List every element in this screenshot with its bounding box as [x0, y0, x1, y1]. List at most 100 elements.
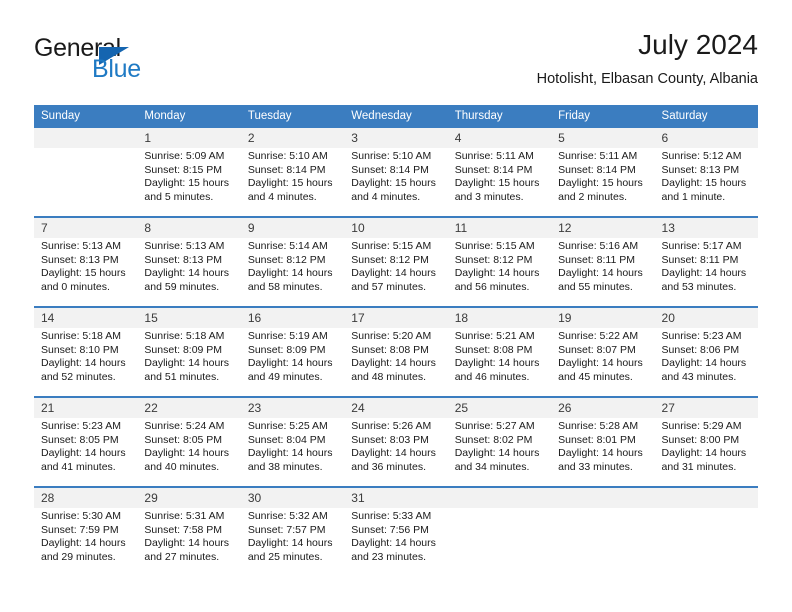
day-sunrise-text: Sunrise: 5:11 AM: [558, 150, 638, 162]
day-cell[interactable]: Sunrise: 5:22 AM Sunset: 8:07 PM Daylight:…: [551, 328, 655, 396]
day-cell[interactable]: Sunrise: 5:19 AM Sunset: 8:09 PM Daylight:…: [240, 328, 345, 396]
day-daylight2-text: and 34 minutes.: [454, 460, 530, 473]
day-cell[interactable]: Sunrise: 5:18 AM Sunset: 8:10 PM Daylight:…: [34, 328, 138, 396]
day-sunrise-text: Sunrise: 5:09 AM: [144, 150, 225, 162]
day-sunset-text: Sunset: 8:08 PM: [454, 343, 533, 356]
day-detail-row: Sunrise: 5:09 AM Sunset: 8:15 PM Daylight:…: [34, 148, 758, 216]
weekday-header-tuesday: Tuesday: [240, 105, 345, 128]
day-sunset-text: Sunset: 8:13 PM: [661, 163, 740, 176]
day-cell[interactable]: Sunrise: 5:20 AM Sunset: 8:08 PM Daylight:…: [344, 328, 448, 396]
day-number[interactable]: 15: [137, 308, 241, 328]
day-number[interactable]: 7: [34, 218, 138, 238]
day-daylight1-text: Daylight: 14 hours: [558, 447, 643, 460]
day-number[interactable]: 11: [447, 218, 552, 238]
day-daylight1-text: Daylight: 15 hours: [454, 177, 540, 190]
day-number[interactable]: 4: [447, 128, 552, 148]
day-daylight1-text: Daylight: 14 hours: [144, 537, 230, 550]
day-cell[interactable]: Sunrise: 5:28 AM Sunset: 8:01 PM Daylight:…: [551, 418, 655, 486]
day-number-row: 21 22 23 24 25 26 27: [34, 398, 758, 418]
day-cell[interactable]: Sunrise: 5:29 AM Sunset: 8:00 PM Daylight:…: [654, 418, 758, 486]
day-number[interactable]: 21: [34, 398, 138, 418]
day-daylight2-text: and 5 minutes.: [144, 190, 214, 203]
day-number[interactable]: 23: [240, 398, 345, 418]
day-cell[interactable]: Sunrise: 5:11 AM Sunset: 8:14 PM Daylight:…: [551, 148, 655, 216]
weekday-header-thursday: Thursday: [447, 105, 552, 128]
day-number[interactable]: 14: [34, 308, 138, 328]
day-cell[interactable]: Sunrise: 5:15 AM Sunset: 8:12 PM Daylight:…: [344, 238, 448, 306]
day-cell[interactable]: Sunrise: 5:26 AM Sunset: 8:03 PM Daylight:…: [344, 418, 448, 486]
day-cell[interactable]: Sunrise: 5:24 AM Sunset: 8:05 PM Daylight:…: [137, 418, 241, 486]
day-daylight2-text: and 46 minutes.: [454, 370, 530, 383]
day-number[interactable]: 24: [344, 398, 448, 418]
weekday-header-sunday: Sunday: [34, 105, 138, 128]
day-number-empty: [447, 488, 552, 508]
day-cell[interactable]: Sunrise: 5:27 AM Sunset: 8:02 PM Daylight:…: [447, 418, 552, 486]
day-daylight2-text: and 4 minutes.: [351, 190, 421, 203]
day-number[interactable]: 27: [654, 398, 758, 418]
day-cell[interactable]: Sunrise: 5:23 AM Sunset: 8:05 PM Daylight:…: [34, 418, 138, 486]
day-daylight2-text: and 58 minutes.: [247, 280, 323, 293]
day-daylight2-text: and 48 minutes.: [351, 370, 426, 383]
day-daylight1-text: Daylight: 14 hours: [144, 357, 230, 370]
day-sunset-text: Sunset: 8:12 PM: [247, 253, 326, 266]
day-sunrise-text: Sunrise: 5:28 AM: [558, 420, 639, 432]
day-cell[interactable]: Sunrise: 5:11 AM Sunset: 8:14 PM Daylight:…: [447, 148, 552, 216]
day-daylight2-text: and 55 minutes.: [558, 280, 633, 293]
day-number[interactable]: 26: [551, 398, 655, 418]
day-cell[interactable]: Sunrise: 5:10 AM Sunset: 8:14 PM Daylight:…: [240, 148, 345, 216]
day-cell[interactable]: Sunrise: 5:31 AM Sunset: 7:58 PM Daylight:…: [137, 508, 241, 576]
day-cell[interactable]: Sunrise: 5:12 AM Sunset: 8:13 PM Daylight:…: [654, 148, 758, 216]
day-daylight1-text: Daylight: 14 hours: [661, 357, 747, 370]
day-number[interactable]: 13: [654, 218, 758, 238]
day-cell[interactable]: Sunrise: 5:13 AM Sunset: 8:13 PM Daylight:…: [137, 238, 241, 306]
day-sunrise-text: Sunrise: 5:33 AM: [351, 510, 432, 522]
day-number[interactable]: 31: [344, 488, 448, 508]
day-number-empty: [551, 488, 655, 508]
day-cell[interactable]: Sunrise: 5:13 AM Sunset: 8:13 PM Daylight:…: [34, 238, 138, 306]
day-cell[interactable]: Sunrise: 5:15 AM Sunset: 8:12 PM Daylight:…: [447, 238, 552, 306]
day-cell[interactable]: Sunrise: 5:30 AM Sunset: 7:59 PM Daylight:…: [34, 508, 138, 576]
day-number[interactable]: 17: [344, 308, 448, 328]
day-number[interactable]: 22: [137, 398, 241, 418]
day-number[interactable]: 18: [447, 308, 552, 328]
day-number[interactable]: 8: [137, 218, 241, 238]
day-number[interactable]: 10: [344, 218, 448, 238]
day-cell[interactable]: Sunrise: 5:33 AM Sunset: 7:56 PM Daylight:…: [344, 508, 448, 576]
day-cell[interactable]: Sunrise: 5:14 AM Sunset: 8:12 PM Daylight:…: [240, 238, 345, 306]
day-daylight2-text: and 25 minutes.: [247, 550, 323, 563]
day-daylight2-text: and 31 minutes.: [661, 460, 737, 473]
day-number[interactable]: 3: [344, 128, 448, 148]
day-daylight1-text: Daylight: 14 hours: [247, 267, 333, 280]
day-sunset-text: Sunset: 8:12 PM: [454, 253, 533, 266]
day-daylight1-text: Daylight: 14 hours: [454, 447, 540, 460]
day-number[interactable]: 25: [447, 398, 552, 418]
day-sunrise-text: Sunrise: 5:26 AM: [351, 420, 432, 432]
day-number[interactable]: 16: [240, 308, 345, 328]
day-cell[interactable]: Sunrise: 5:10 AM Sunset: 8:14 PM Daylight:…: [344, 148, 448, 216]
day-number[interactable]: 29: [137, 488, 241, 508]
day-number[interactable]: 6: [654, 128, 758, 148]
day-cell[interactable]: Sunrise: 5:18 AM Sunset: 8:09 PM Daylight:…: [137, 328, 241, 396]
day-daylight2-text: and 29 minutes.: [41, 550, 116, 563]
day-number[interactable]: 30: [240, 488, 345, 508]
day-number[interactable]: 28: [34, 488, 138, 508]
day-cell[interactable]: Sunrise: 5:23 AM Sunset: 8:06 PM Daylight:…: [654, 328, 758, 396]
day-number[interactable]: 9: [240, 218, 345, 238]
brand-logo[interactable]: General Blue: [34, 34, 234, 90]
weekday-header-wednesday: Wednesday: [344, 105, 448, 128]
day-number[interactable]: 5: [551, 128, 655, 148]
day-number-empty: [34, 128, 138, 148]
day-cell[interactable]: Sunrise: 5:17 AM Sunset: 8:11 PM Daylight:…: [654, 238, 758, 306]
day-cell[interactable]: Sunrise: 5:09 AM Sunset: 8:15 PM Daylight:…: [137, 148, 241, 216]
day-sunrise-text: Sunrise: 5:13 AM: [41, 240, 121, 252]
day-cell[interactable]: Sunrise: 5:16 AM Sunset: 8:11 PM Daylight:…: [551, 238, 655, 306]
day-sunrise-text: Sunrise: 5:18 AM: [41, 330, 121, 342]
day-number[interactable]: 1: [137, 128, 241, 148]
day-number[interactable]: 12: [551, 218, 655, 238]
day-cell[interactable]: Sunrise: 5:32 AM Sunset: 7:57 PM Daylight:…: [240, 508, 345, 576]
day-number[interactable]: 20: [654, 308, 758, 328]
day-number[interactable]: 2: [240, 128, 345, 148]
day-number[interactable]: 19: [551, 308, 655, 328]
day-cell[interactable]: Sunrise: 5:21 AM Sunset: 8:08 PM Daylight:…: [447, 328, 552, 396]
day-cell[interactable]: Sunrise: 5:25 AM Sunset: 8:04 PM Daylight:…: [240, 418, 345, 486]
